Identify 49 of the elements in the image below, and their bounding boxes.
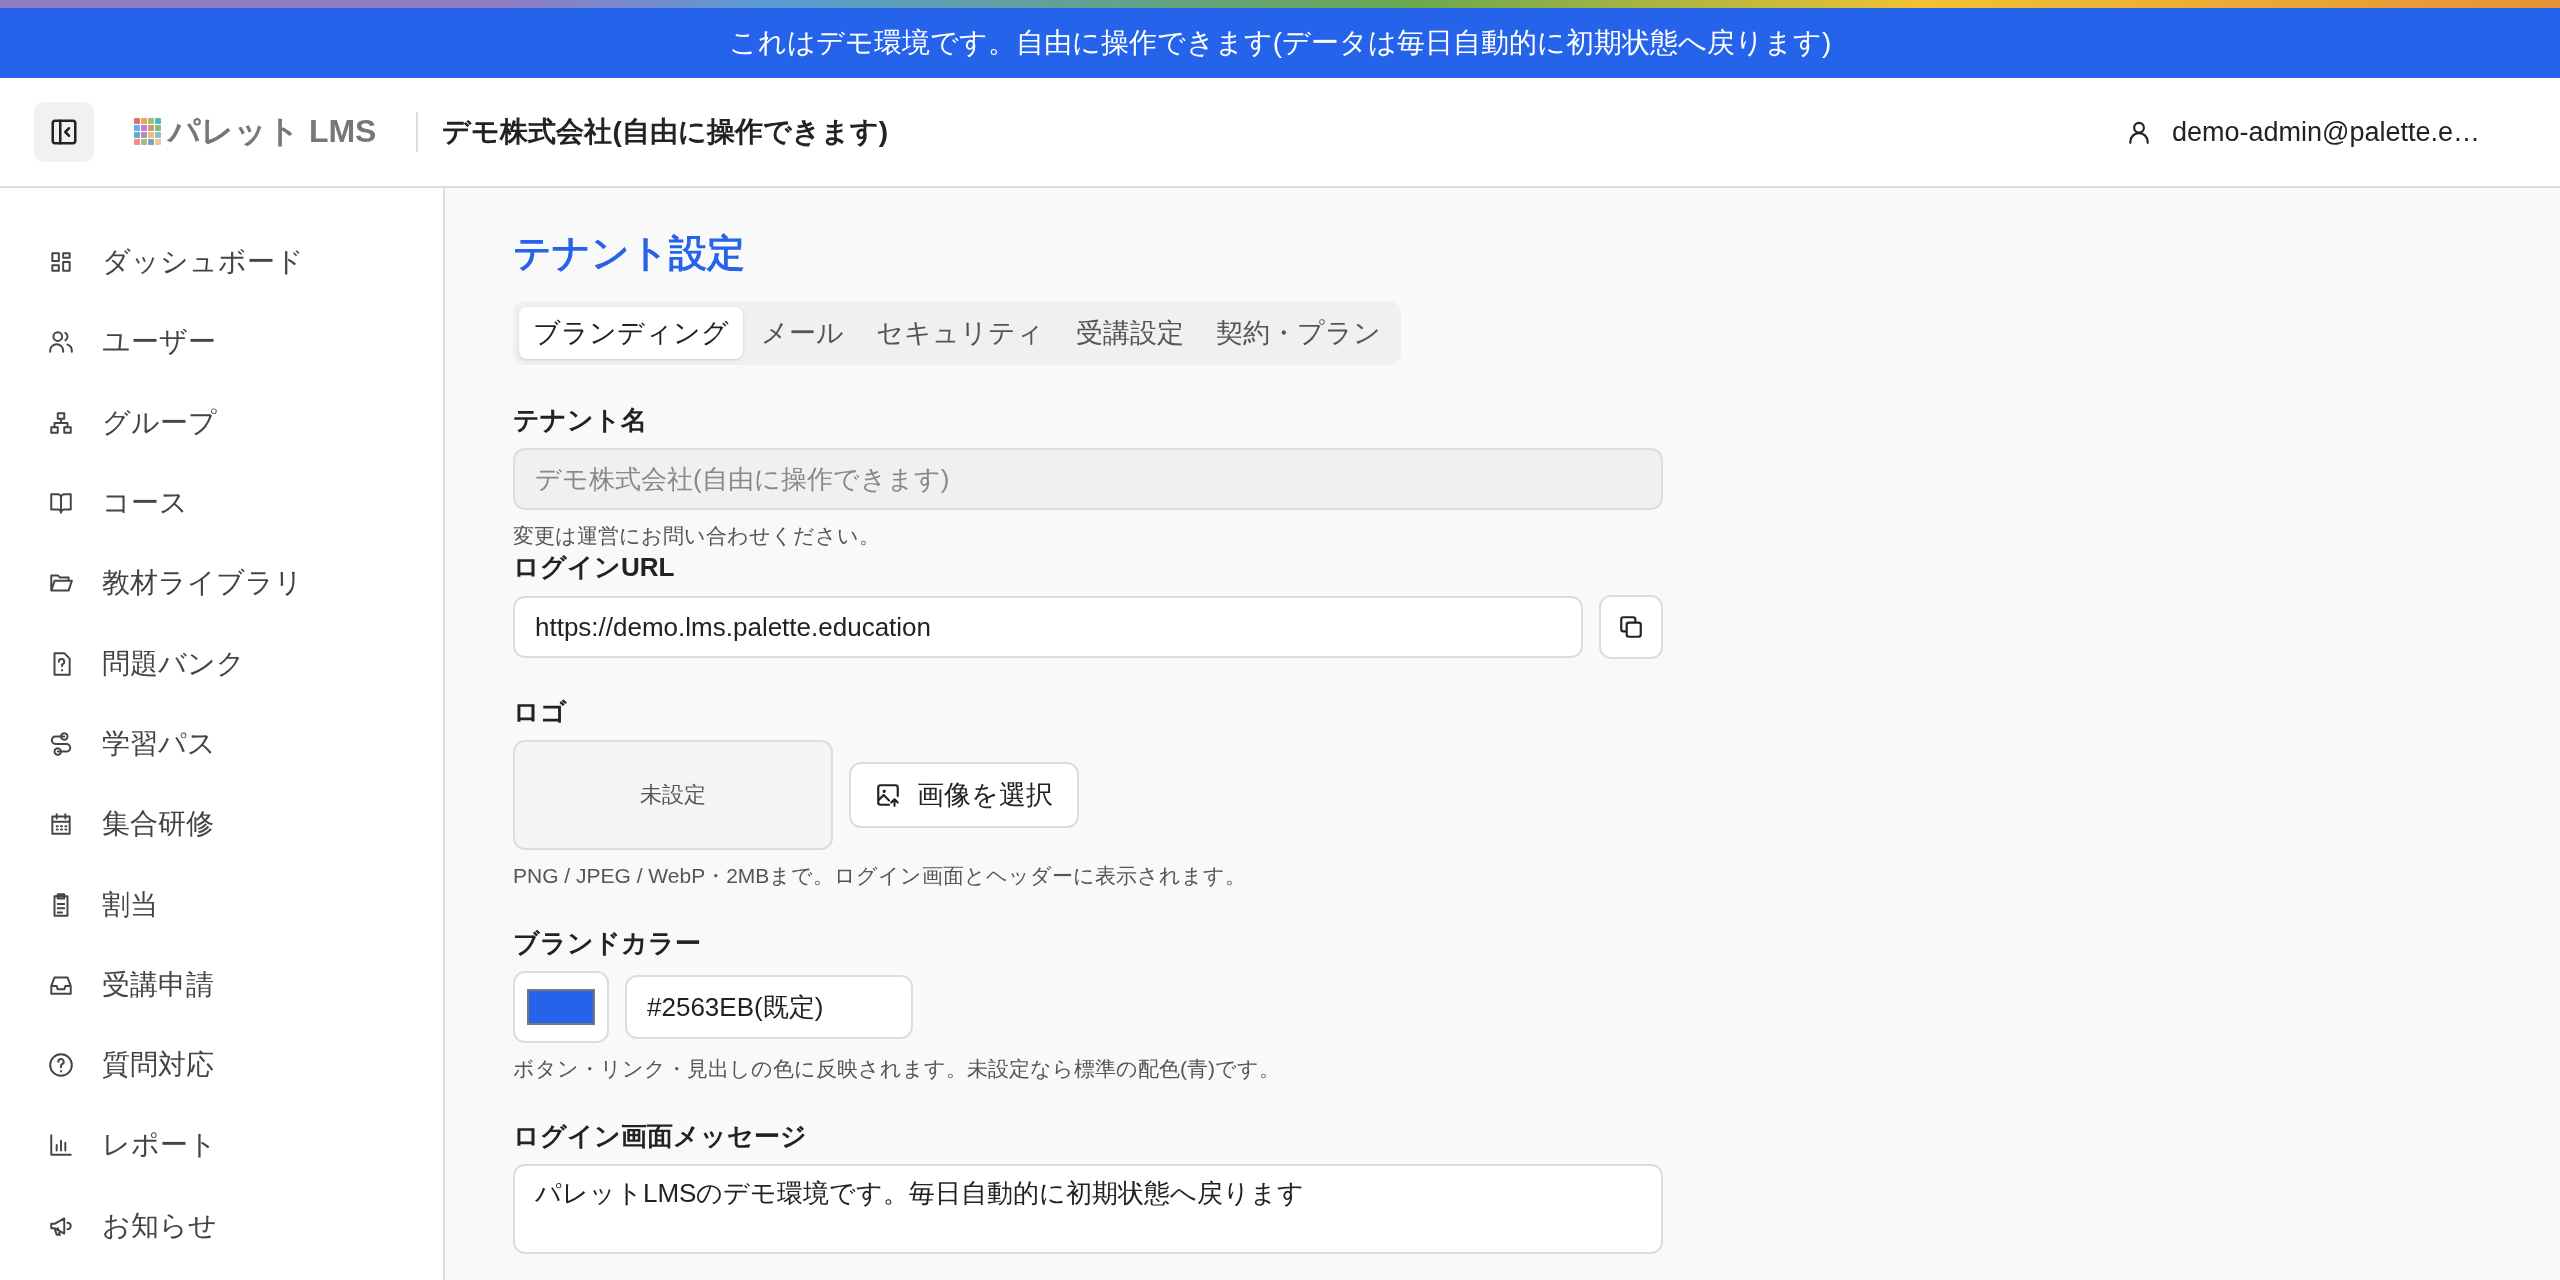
tenant-name: デモ株式会社(自由に操作できます) [442,115,889,149]
field-label: テナント名 [513,404,648,437]
field-label: ブランドカラー [513,927,702,960]
settings-tab[interactable]: 契約・プラン [1202,307,1395,359]
sidebar-item[interactable]: ユーザー [0,302,443,383]
bar-chart-icon [48,1132,74,1159]
user-menu[interactable]: demo-admin@palette.e… [2119,115,2486,149]
logo-preview: 未設定 [513,740,833,850]
logo-text: パレット LMS [168,112,377,151]
sidebar-item[interactable]: 質問対応 [0,1024,443,1106]
sidebar-item[interactable]: ダッシュボード [0,222,443,303]
sidebar-item[interactable]: 問題バンク [0,623,443,704]
book-icon [48,490,74,517]
sidebar-item[interactable]: お知らせ [0,1185,443,1266]
login-url-field[interactable]: https://demo.lms.palette.education [513,596,1583,658]
sidebar-item[interactable]: 学習パス [0,703,443,785]
settings-tab[interactable]: ブランディング [519,307,743,359]
sidebar-item[interactable]: グループ [0,382,443,463]
field-label: ログインURL [513,551,676,584]
settings-tab[interactable]: メール [747,307,858,359]
settings-tab[interactable]: 受講設定 [1062,307,1198,359]
field-label: ロゴ [513,696,568,729]
calendar-icon [48,811,74,838]
page-title: テナント設定 [513,231,746,276]
sidebar-toggle-button[interactable] [34,102,94,162]
color-code-field[interactable]: #2563EB(既定) [625,975,913,1039]
settings-tab[interactable]: セキュリティ [862,307,1058,359]
help-text: PNG / JPEG / WebP・2MBまで。ログイン画面とヘッダーに表示されます。 [513,863,1248,889]
help-text: 変更は運営にお問い合わせください。 [513,523,881,549]
field-label: ログイン画面メッセージ [513,1120,808,1153]
copy-icon [1618,614,1644,640]
sidebar-item[interactable]: 教材ライブラリ [0,543,443,624]
sidebar-item[interactable]: レポート [0,1105,443,1186]
banner-text: これはデモ環境です。自由に操作できます(データは毎日自動的に初期状態へ戻ります) [728,26,1832,60]
logo-icon [134,118,162,146]
sidebar-collapse-icon [49,117,79,147]
copy-button[interactable] [1599,595,1663,659]
select-image-button[interactable]: 画像を選択 [849,762,1079,828]
users-icon [48,329,74,356]
route-icon [48,730,74,757]
hierarchy-icon [48,409,74,436]
image-upload-icon [875,782,901,808]
login-message-field[interactable]: パレットLMSのデモ環境です。毎日自動的に初期状態へ戻ります [513,1164,1663,1254]
sidebar-item[interactable]: 集合研修 [0,784,443,865]
color-picker[interactable] [513,971,609,1043]
sidebar-item[interactable]: コース [0,462,443,544]
sidebar-item[interactable]: 割当 [0,864,443,945]
help-text: ボタン・リンク・見出しの色に反映されます。未設定なら標準の配色(青)です。 [513,1056,1281,1082]
sidebar-item[interactable]: 受講申請 [0,944,443,1025]
